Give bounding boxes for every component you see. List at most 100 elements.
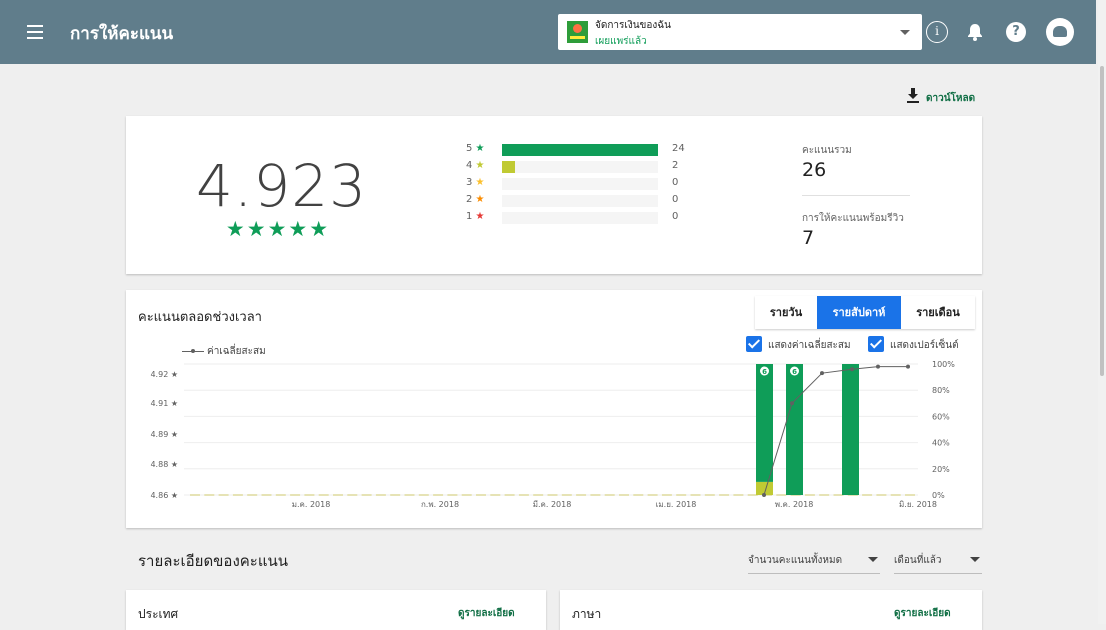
weekly-baseline-mark xyxy=(261,494,272,496)
weekly-baseline-mark xyxy=(476,494,486,496)
weekly-baseline-mark xyxy=(576,494,587,496)
star-icon: ★ xyxy=(475,194,485,205)
distribution-count: 0 xyxy=(672,177,679,188)
download-icon xyxy=(907,88,919,103)
chevron-down-icon xyxy=(970,557,980,562)
weekly-baseline-mark xyxy=(905,494,915,496)
x-tick-label: เม.ย. 2018 xyxy=(656,500,697,509)
distribution-count: 0 xyxy=(672,194,679,205)
app-name: จัดการเงินของฉัน xyxy=(595,20,671,31)
weekly-baseline-mark xyxy=(275,494,286,496)
checkbox-checked-icon xyxy=(746,336,762,352)
weekly-baseline-mark xyxy=(890,494,901,496)
tab-weekly[interactable]: รายสัปดาห์ xyxy=(817,296,901,329)
weekly-baseline-mark xyxy=(232,494,243,496)
weekly-baseline-mark xyxy=(619,494,629,496)
weekly-baseline-mark xyxy=(290,494,301,496)
download-button[interactable]: ดาวน์โหลด xyxy=(906,88,986,106)
weekly-baseline-mark xyxy=(633,494,644,496)
period-dropdown-value: เดือนที่แล้ว xyxy=(894,555,942,566)
five-star-bar-segment xyxy=(786,364,803,495)
stats-divider xyxy=(802,195,910,196)
distribution-bar-track xyxy=(502,161,658,173)
chevron-down-icon xyxy=(868,557,878,562)
weekly-baseline-mark xyxy=(733,494,744,496)
weekly-baseline-mark xyxy=(518,494,529,496)
weekly-baseline-mark xyxy=(247,494,258,496)
weekly-baseline-mark xyxy=(719,494,730,496)
chevron-down-icon[interactable] xyxy=(900,30,910,35)
star-count-number: 3 xyxy=(466,177,476,188)
weekly-baseline-mark xyxy=(876,494,887,496)
weekly-baseline-mark xyxy=(404,494,415,496)
weekly-baseline-mark xyxy=(190,494,200,496)
weekly-baseline-mark xyxy=(375,494,386,496)
y-left-tick-label: 4.92 ★ xyxy=(150,370,178,379)
bar-count-badge-text: 6 xyxy=(762,368,767,376)
y-right-tick-label: 0% xyxy=(932,491,945,500)
country-details-link[interactable]: ดูรายละเอียด xyxy=(458,606,515,621)
language-details-link[interactable]: ดูรายละเอียด xyxy=(894,606,951,621)
average-rating: 4.923 xyxy=(196,152,368,220)
five-star-bar-segment xyxy=(756,364,773,482)
reviews-label: การให้คะแนนพร้อมรีวิว xyxy=(802,213,904,224)
page-scrollbar[interactable] xyxy=(1098,0,1106,624)
star-count-number: 1 xyxy=(466,211,476,222)
weekly-baseline-mark xyxy=(433,494,444,496)
x-tick-label: ม.ค. 2018 xyxy=(292,500,331,509)
cumulative-average-line xyxy=(763,366,908,496)
distribution-count: 2 xyxy=(672,160,679,171)
y-left-tick-label: 4.86 ★ xyxy=(150,491,178,500)
y-right-tick-label: 40% xyxy=(932,439,950,448)
x-tick-label: มิ.ย. 2018 xyxy=(899,500,937,509)
weekly-baseline-mark xyxy=(461,494,472,496)
tab-monthly[interactable]: รายเดือน xyxy=(901,296,975,329)
info-icon[interactable]: i xyxy=(926,21,948,43)
bar-count-badge-text: 6 xyxy=(792,368,797,376)
account-avatar[interactable] xyxy=(1046,18,1074,46)
weekly-baseline-mark xyxy=(318,494,329,496)
weekly-baseline-mark xyxy=(490,494,501,496)
weekly-baseline-mark xyxy=(447,494,458,496)
y-left-tick-label: 4.91 ★ xyxy=(150,399,178,408)
weekly-baseline-mark xyxy=(690,494,701,496)
distribution-bar-track xyxy=(502,178,658,190)
tab-daily[interactable]: รายวัน xyxy=(755,296,817,329)
distribution-bar-track xyxy=(502,144,658,156)
y-right-tick-label: 20% xyxy=(932,465,950,474)
page-title: การให้คะแนน xyxy=(70,24,174,44)
android-icon xyxy=(1053,26,1067,37)
weekly-baseline-mark xyxy=(661,494,672,496)
weekly-baseline-mark xyxy=(704,494,715,496)
y-left-tick-label: 4.89 ★ xyxy=(150,430,178,439)
app-selector[interactable]: จัดการเงินของฉัน เผยแพร่แล้ว xyxy=(558,14,922,50)
timeline-title: คะแนนตลอดช่วงเวลา xyxy=(138,310,262,325)
weekly-baseline-mark xyxy=(418,494,429,496)
weekly-baseline-mark xyxy=(561,494,572,496)
cumulative-average-point xyxy=(906,364,910,369)
metric-dropdown[interactable]: จำนวนคะแนนทั้งหมด xyxy=(748,550,880,574)
star-count-number: 2 xyxy=(466,194,476,205)
show-percent-label: แสดงเปอร์เซ็นต์ xyxy=(890,340,959,351)
star-count-number: 5 xyxy=(466,143,476,154)
weekly-baseline-mark xyxy=(819,494,830,496)
weekly-baseline-mark xyxy=(204,494,215,496)
help-icon[interactable]: ? xyxy=(1006,22,1026,42)
hamburger-menu-icon[interactable] xyxy=(26,22,46,42)
average-stars: ★★★★★ xyxy=(225,217,331,241)
y-left-tick-label: 4.88 ★ xyxy=(150,460,178,469)
top-app-bar: การให้คะแนน จัดการเงินของฉัน เผยแพร่แล้ว… xyxy=(0,0,1096,64)
weekly-baseline-mark xyxy=(347,494,358,496)
y-right-tick-label: 60% xyxy=(932,412,950,421)
weekly-baseline-mark xyxy=(361,494,372,496)
weekly-baseline-mark xyxy=(547,494,558,496)
star-icon: ★ xyxy=(475,160,485,171)
star-icon: ★ xyxy=(475,211,485,222)
distribution-star-label: 1 ★ xyxy=(466,211,490,222)
notifications-bell-icon[interactable] xyxy=(964,21,986,43)
weekly-baseline-mark xyxy=(676,494,687,496)
cumulative-average-point xyxy=(820,371,824,376)
period-dropdown[interactable]: เดือนที่แล้ว xyxy=(894,550,982,574)
x-tick-label: ก.พ. 2018 xyxy=(421,500,459,509)
show-cumulative-label: แสดงค่าเฉลี่ยสะสม xyxy=(768,340,851,351)
